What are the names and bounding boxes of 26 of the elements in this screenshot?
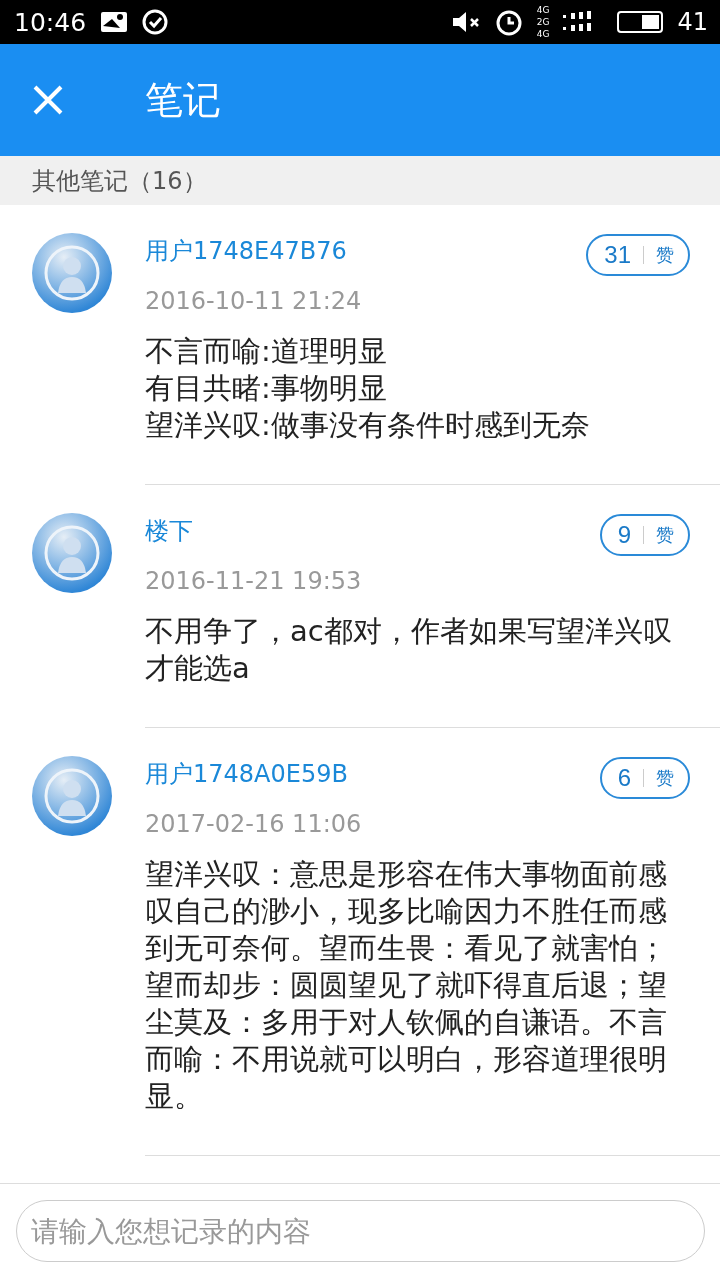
note-text: 望洋兴叹：意思是形容在伟大事物面前感叹自己的渺小，现多比喻因力不胜任而感到无可奈何。望而生畏：看见了就害怕；望而却步：圆圆望见了就吓得直后退；望尘莫及：多用于对人钦佩的自谦语。不言而喻：不用说就可以明白，形容道理很明显。: [145, 856, 668, 1115]
like-button[interactable]: 9 赞: [599, 514, 690, 556]
note-line: 不言而喻:道理明显: [145, 333, 388, 370]
page-title: 笔记: [145, 76, 221, 124]
like-button[interactable]: 31 赞: [586, 234, 690, 276]
section-title: 其他笔记（16）: [32, 165, 207, 197]
like-button[interactable]: 6 赞: [599, 757, 690, 799]
network-label: 4G 2G 4G: [536, 5, 550, 39]
note-date: 2016-10-11 21:24: [145, 286, 363, 317]
battery-icon: [617, 11, 664, 33]
note-text: 不用争了，ac都对，作者如果写望洋兴叹才能选a: [145, 613, 673, 687]
status-time: 10:46: [14, 7, 87, 37]
user-name[interactable]: 用户1748E47B76: [145, 235, 587, 267]
alarm-icon: [494, 8, 523, 36]
user-name[interactable]: 楼下: [145, 515, 600, 547]
battery-percent: 41: [677, 8, 708, 36]
note-line: 望洋兴叹:做事没有条件时感到无奈: [145, 407, 591, 444]
note-line: 有目共睹:事物明显: [145, 370, 388, 407]
note-date: 2017-02-16 11:06: [145, 809, 363, 840]
check-circle-icon: [142, 9, 169, 35]
image-notification-icon: [100, 11, 129, 33]
mute-icon: [450, 10, 481, 34]
note-date: 2016-11-21 19:53: [145, 566, 363, 597]
note-input-field[interactable]: 请输入您想记录的内容: [16, 1200, 705, 1262]
user-name[interactable]: 用户1748A0E59B: [145, 758, 600, 790]
close-icon: [33, 85, 63, 115]
